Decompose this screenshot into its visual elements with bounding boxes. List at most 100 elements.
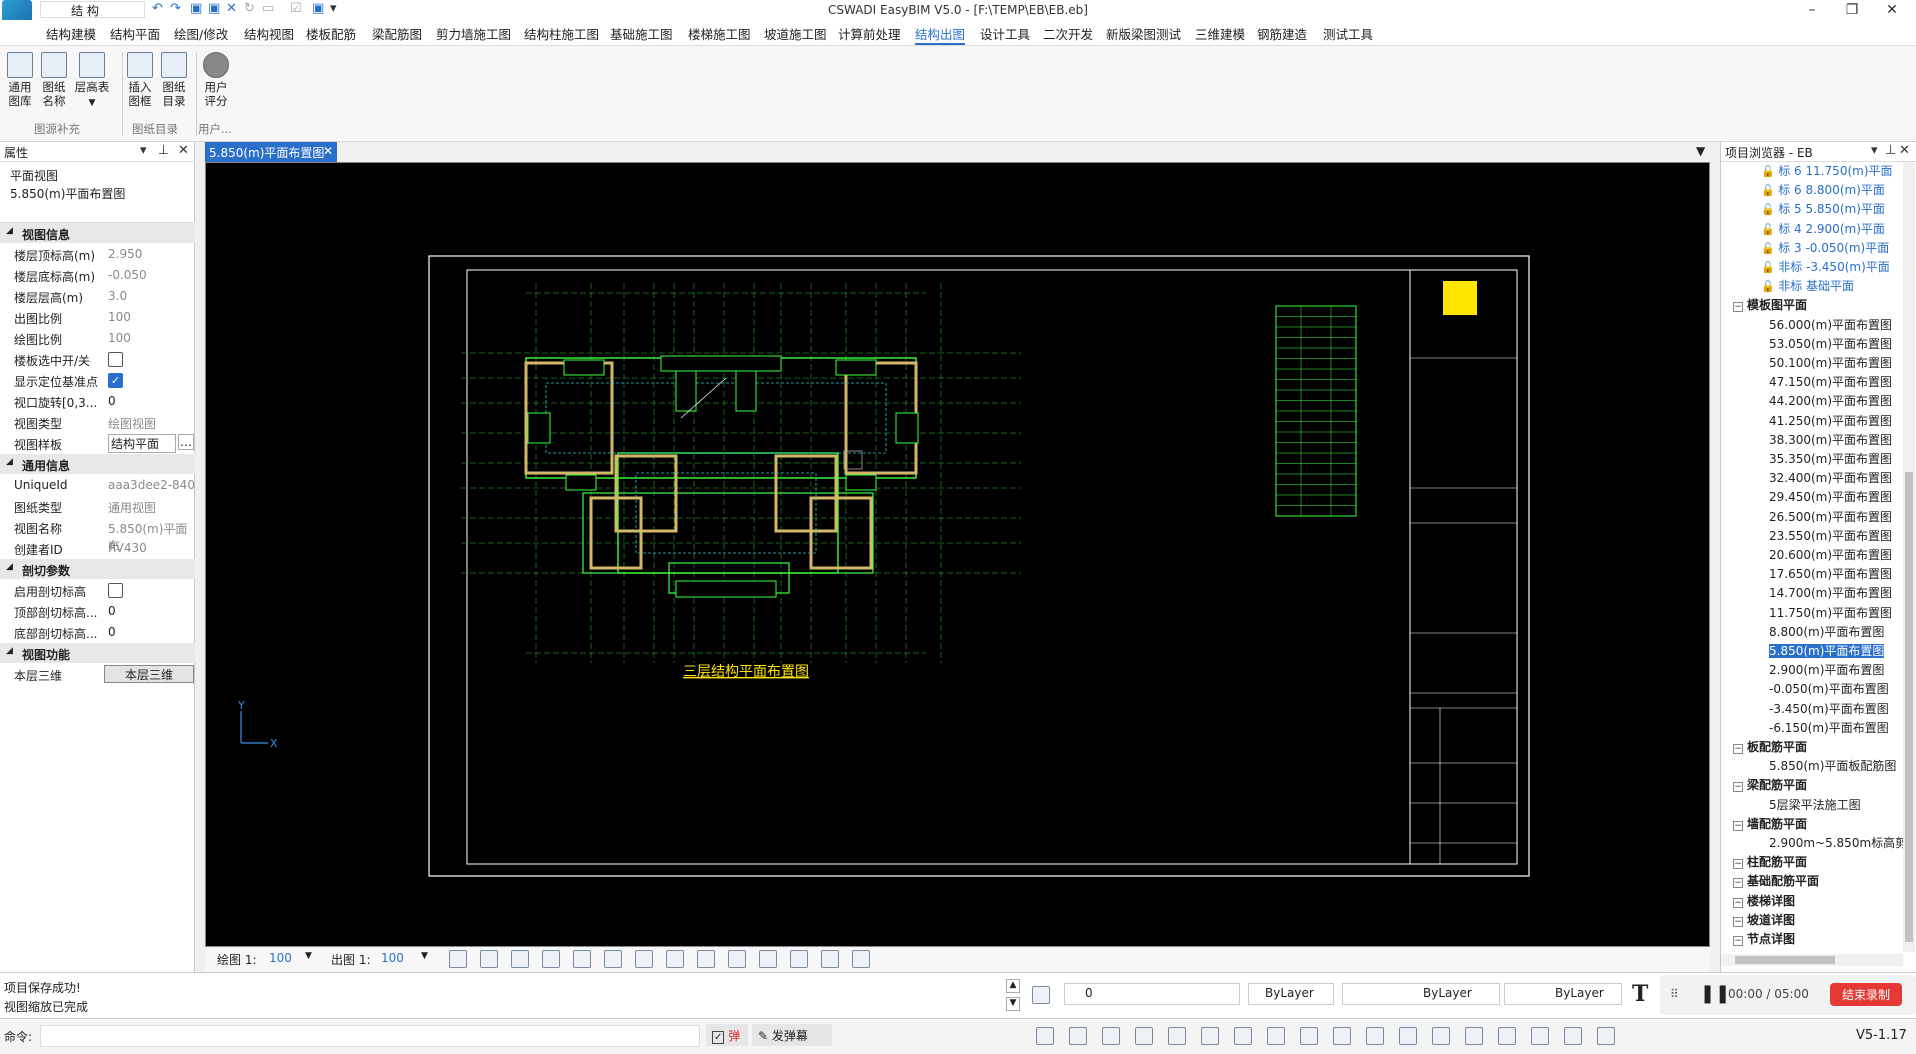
tree-item[interactable]: 🔓 非标 基础平面 [1721,277,1903,296]
view-tool-icon[interactable] [697,950,715,968]
collapse-icon[interactable]: ◢ [6,562,13,572]
tree-folder[interactable]: − 板配筋平面 [1721,738,1903,757]
chevron-down-icon[interactable]: ▼ [421,951,428,961]
property-checkbox[interactable] [108,583,123,598]
menu-item[interactable]: 设计工具 [980,24,1030,43]
collapse-icon[interactable]: − [1733,897,1743,908]
collapse-icon[interactable]: − [1733,859,1743,870]
linetype-select[interactable]: ByLayer [1342,983,1500,1005]
collapse-icon[interactable]: ◢ [6,226,13,236]
close-icon[interactable]: ✕ [178,143,189,158]
drag-handle-icon[interactable]: ⠿ [1670,987,1679,1001]
tree-item[interactable]: 2.900(m)平面布置图 [1721,661,1903,680]
tree-folder[interactable]: − 墙配筋平面 [1721,815,1903,834]
pin-icon[interactable]: ⊥ [1885,143,1896,158]
ribbon-user-rating-button[interactable]: 用户 评分 [198,52,234,108]
text-style-icon[interactable]: T [1632,981,1648,1007]
property-value[interactable]: 0 [108,604,116,618]
status-tool-icon[interactable] [1234,1027,1252,1045]
property-value[interactable]: 100 [108,310,131,324]
tree-item[interactable]: -0.050(m)平面布置图 [1721,680,1903,699]
close-icon[interactable]: ✕ [1899,143,1910,158]
out-scale-value[interactable]: 100 [381,951,404,965]
pin-icon[interactable]: ▾ [140,143,147,158]
menu-item[interactable]: 楼板配筋 [306,24,356,43]
tree-item[interactable]: 17.650(m)平面布置图 [1721,565,1903,584]
ribbon-level-table-button[interactable]: 层高表 ▼ [72,52,112,110]
ribbon-sheet-index-button[interactable]: 图纸 目录 [156,52,192,108]
tree-item[interactable]: 38.300(m)平面布置图 [1721,431,1903,450]
property-section[interactable]: ◢ 视图信息 [0,223,195,243]
tree-item[interactable]: 26.500(m)平面布置图 [1721,508,1903,527]
property-value[interactable]: 100 [108,331,131,345]
menu-item[interactable]: 结构平面 [110,24,160,43]
menu-item[interactable]: 结构柱施工图 [524,24,599,43]
dropdown-icon[interactable]: ▾ [1871,143,1878,158]
status-tool-icon[interactable] [1531,1027,1549,1045]
status-tool-icon[interactable] [1465,1027,1483,1045]
view-tool-icon[interactable] [759,950,777,968]
tree-item[interactable]: 23.550(m)平面布置图 [1721,527,1903,546]
view-tool-icon[interactable] [449,950,467,968]
menu-item[interactable]: 三维建模 [1195,24,1245,43]
view-tool-icon[interactable] [821,950,839,968]
status-tool-icon[interactable] [1498,1027,1516,1045]
view-tool-icon[interactable] [635,950,653,968]
tree-item[interactable]: 47.150(m)平面布置图 [1721,373,1903,392]
tree-item[interactable]: 5层梁平法施工图 [1721,796,1903,815]
tree-item[interactable]: 2.900m~5.850m标高剪力 [1721,834,1903,853]
maximize-icon[interactable]: ❐ [1832,0,1872,20]
property-value[interactable]: 通用视图 [108,499,156,516]
view-tool-icon[interactable] [790,950,808,968]
menu-item[interactable]: 剪力墙施工图 [436,24,511,43]
status-tool-icon[interactable] [1300,1027,1318,1045]
status-tool-icon[interactable] [1399,1027,1417,1045]
menu-item[interactable]: 楼梯施工图 [688,24,751,43]
menu-item[interactable]: 基础施工图 [610,24,673,43]
tree-item[interactable]: 🔓 标 5 5.850(m)平面 [1721,200,1903,219]
status-tool-icon[interactable] [1267,1027,1285,1045]
status-tool-icon[interactable] [1333,1027,1351,1045]
view-tool-icon[interactable] [728,950,746,968]
lineweight-select[interactable]: ByLayer [1504,983,1622,1005]
tree-folder[interactable]: − 模板图平面 [1721,296,1903,315]
menu-item[interactable]: 钢筋建造 [1257,24,1307,43]
collapse-icon[interactable]: ◢ [6,457,13,467]
tree-item[interactable]: 53.050(m)平面布置图 [1721,335,1903,354]
chevron-down-icon[interactable]: ▼ [305,951,312,961]
tab-list-icon[interactable]: ▼ [1696,144,1705,158]
tree-item[interactable]: 🔓 标 4 2.900(m)平面 [1721,220,1903,239]
horizontal-scrollbar[interactable] [1721,954,1903,966]
property-section[interactable]: ◢ 通用信息 [0,454,195,474]
menu-item[interactable]: 梁配筋图 [372,24,422,43]
status-tool-icon[interactable] [1201,1027,1219,1045]
property-value[interactable]: aaa3dee2-840 [108,478,195,492]
collapse-icon[interactable]: − [1733,936,1743,946]
current-floor-3d-button[interactable]: 本层三维 [104,665,194,683]
tree-folder[interactable]: − 节点详图 [1721,930,1903,949]
tree-item[interactable]: 8.800(m)平面布置图 [1721,623,1903,642]
send-danmaku-button[interactable]: ✎ 发弹幕 [752,1024,832,1046]
tree-item[interactable]: 50.100(m)平面布置图 [1721,354,1903,373]
tree-item[interactable]: -3.450(m)平面布置图 [1721,700,1903,719]
menu-item[interactable]: 坡道施工图 [764,24,827,43]
menu-item[interactable]: 结构视图 [244,24,294,43]
status-tool-icon[interactable] [1036,1027,1054,1045]
property-checkbox[interactable] [108,352,123,367]
property-value[interactable]: RV430 [108,541,147,555]
layer-select[interactable]: 0 [1064,983,1240,1005]
tree-item[interactable]: 5.850(m)平面布置图 [1721,642,1903,661]
draw-scale-value[interactable]: 100 [269,951,292,965]
tree-folder[interactable]: − 坡道详图 [1721,911,1903,930]
collapse-icon[interactable]: ◢ [6,646,13,656]
tree-item[interactable]: 20.600(m)平面布置图 [1721,546,1903,565]
tree-item[interactable]: 29.450(m)平面布置图 [1721,488,1903,507]
menu-item[interactable]: 新版梁图测试 [1106,24,1181,43]
vertical-scrollbar[interactable] [1903,162,1915,952]
layer-manager-icon[interactable] [1032,986,1050,1004]
menu-item[interactable]: 测试工具 [1323,24,1373,43]
collapse-icon[interactable]: − [1733,302,1743,313]
view-tool-icon[interactable] [604,950,622,968]
tree-folder[interactable]: − 梁配筋平面 [1721,776,1903,795]
tab-document[interactable]: 5.850(m)平面布置图 ✕ [205,142,337,162]
